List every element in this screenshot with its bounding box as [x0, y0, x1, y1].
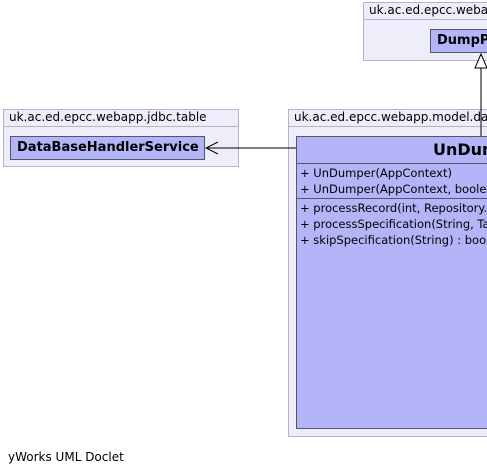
generalization-arrowhead — [474, 52, 487, 69]
connectors — [204, 52, 487, 155]
footer-label: yWorks UML Doclet — [8, 450, 124, 464]
